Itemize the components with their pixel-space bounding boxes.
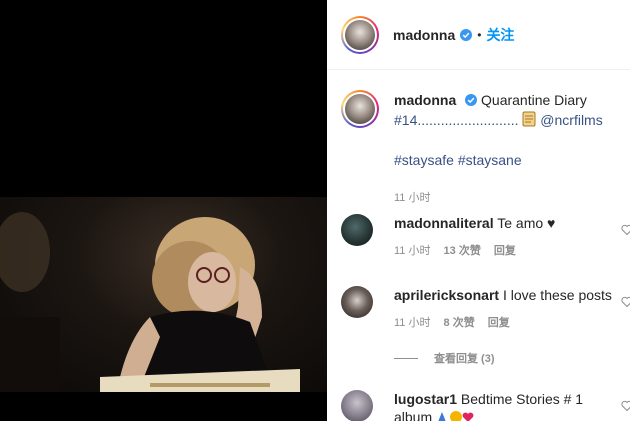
comment-item: lugostar1 Bedtime Stories # 1 album (341, 390, 630, 421)
avatar-image (345, 19, 375, 50)
author-avatar[interactable] (341, 15, 379, 54)
follow-button[interactable]: 关注 (486, 25, 514, 45)
avatar-image (345, 94, 375, 124)
verified-badge-icon (465, 94, 478, 106)
author-username[interactable]: madonna (393, 27, 455, 43)
caption-username[interactable]: madonna (394, 92, 456, 108)
post-caption: madonna Quarantine Diary #14............… (341, 90, 621, 208)
view-replies-button[interactable]: 查看回复 (3) (394, 350, 495, 366)
video-frame[interactable] (0, 197, 327, 392)
comment-item: madonnaliteral Te amo ♥ 11 小时 13 次赞 回复 (341, 214, 630, 260)
comment-likes[interactable]: 13 次赞 (444, 245, 481, 257)
comment-time[interactable]: 11 小时 (394, 317, 430, 329)
emoji-icons (436, 410, 476, 421)
verified-badge-icon (460, 28, 473, 41)
post-media[interactable] (0, 0, 327, 421)
heart-icon[interactable] (621, 296, 630, 308)
caption-text: Quarantine Diary (481, 92, 587, 108)
commenter-avatar[interactable] (341, 390, 373, 421)
heart-icon[interactable] (621, 224, 630, 236)
caption-hashtags[interactable]: #staysafe #staysane (394, 152, 522, 168)
comment-text: Bedtime Stories # 1 (460, 391, 584, 407)
comment-username[interactable]: madonnaliteral (394, 215, 494, 231)
caption-avatar[interactable] (341, 90, 379, 128)
post-panel: madonna • 关注 madonna Quarantine Diary #1… (327, 0, 630, 421)
comment-text: I love these posts (502, 287, 612, 303)
commenter-avatar[interactable] (341, 214, 373, 246)
caption-hashtag-14[interactable]: #14.......................... (394, 112, 519, 128)
replies-divider (394, 357, 418, 359)
commenter-avatar[interactable] (341, 286, 373, 318)
comment-item: aprilericksonart I love these posts 11 小… (341, 286, 630, 332)
comment-username[interactable]: lugostar1 (394, 391, 457, 407)
comment-username[interactable]: aprilericksonart (394, 287, 499, 303)
comment-time[interactable]: 11 小时 (394, 245, 430, 257)
reply-button[interactable]: 回复 (488, 317, 510, 329)
heart-icon[interactable] (621, 400, 630, 412)
notebook-emoji-icon (522, 111, 536, 127)
comment-text: Te amo ♥ (497, 215, 556, 231)
caption-mention[interactable]: @ncrfilms (540, 112, 602, 128)
comment-text-cont: album (394, 409, 433, 421)
reply-button[interactable]: 回复 (494, 245, 516, 257)
view-replies-label[interactable]: 查看回复 (3) (434, 350, 495, 366)
header-dot: • (477, 27, 482, 42)
caption-time[interactable]: 11 小时 (394, 188, 621, 208)
post-header: madonna • 关注 (327, 0, 630, 70)
comment-likes[interactable]: 8 次赞 (444, 317, 475, 329)
video-still (0, 212, 300, 392)
